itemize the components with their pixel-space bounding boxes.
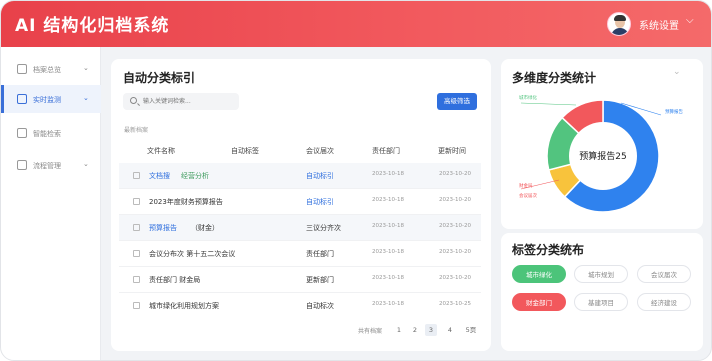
session-cell: 自动标引 [306, 172, 334, 180]
search-input[interactable] [143, 96, 235, 107]
page-button[interactable]: 2 [409, 324, 421, 336]
app-title: AI 结构化归档系统 [15, 16, 170, 36]
tag-chip[interactable]: 城市绿化 [512, 265, 566, 283]
flow-icon [17, 160, 27, 170]
file-name[interactable]: 城市绿化利用规划方案 [149, 301, 219, 311]
chevron-down-icon: ⌄ [83, 94, 89, 102]
session-cell: 自动标引 [306, 198, 334, 206]
page-last[interactable]: 5页 [463, 324, 479, 336]
sidebar-item-search[interactable]: 智能检索 [1, 119, 101, 147]
column-header[interactable]: 文件名称 [147, 146, 175, 156]
search-icon [130, 97, 137, 104]
sidebar-item-label: 智能检索 [33, 130, 61, 138]
monitor-icon [17, 94, 27, 104]
row-checkbox[interactable] [133, 302, 140, 309]
tags-title: 标签分类统布 [512, 243, 585, 257]
auto-tag: 经营分析 [181, 172, 209, 180]
file-name[interactable]: 责任部门 财金局 [149, 275, 200, 285]
avatar[interactable] [607, 12, 631, 36]
callout-label: 预算报告 [665, 108, 683, 115]
tag-chip[interactable]: 会议届次 [637, 265, 691, 283]
page-button[interactable]: 4 [444, 324, 456, 336]
row-checkbox[interactable] [133, 172, 140, 179]
table-row[interactable]: 会议分布次 第十五二次会议 责任部门 2023-10-18 2023-10-20 [119, 241, 481, 267]
tag-chip[interactable]: 基建项目 [574, 293, 628, 311]
donut-chart: 预算报告25 预算报告 城市绿化 财金局 会议届次 [519, 94, 683, 213]
pager-total: 共有档案 [358, 328, 383, 335]
file-name[interactable]: 预算报告 [149, 223, 177, 233]
dept-cell: 2023-10-18 [372, 197, 404, 203]
tag-chip[interactable]: 经济建设 [637, 293, 691, 311]
table-row[interactable]: 责任部门 财金局 更新部门 2023-10-18 2023-10-20 [119, 267, 481, 293]
tag-chip[interactable]: 财金部门 [512, 293, 566, 311]
time-cell: 2023-10-20 [439, 223, 471, 229]
chevron-down-icon: ⌄ [83, 64, 89, 72]
search-icon [17, 128, 27, 138]
column-header[interactable]: 更新时间 [438, 146, 466, 156]
page-button[interactable]: 1 [393, 324, 405, 336]
time-cell: 2023-10-25 [439, 301, 471, 307]
chevron-down-icon: ⌄ [83, 160, 89, 168]
callout-label: 城市绿化 [519, 94, 537, 101]
dept-cell: 2023-10-18 [372, 301, 404, 307]
row-checkbox[interactable] [133, 250, 140, 257]
row-checkbox[interactable] [133, 198, 140, 205]
column-header[interactable]: 自动标签 [231, 146, 259, 156]
sidebar: 档案总览 ⌄ 实时监测 ⌄ 智能检索 流程管理 ⌄ [1, 47, 101, 360]
advanced-filter-button[interactable]: 高级筛选 [437, 93, 477, 110]
stats-title: 多维度分类统计 [512, 71, 597, 85]
archive-icon [17, 64, 27, 74]
page-button-current[interactable]: 3 [425, 324, 437, 336]
dept-cell: 2023-10-18 [372, 223, 404, 229]
time-cell: 2023-10-20 [439, 197, 471, 203]
time-cell: 2023-10-20 [439, 275, 471, 281]
session-cell: 责任部门 [306, 250, 334, 258]
row-checkbox[interactable] [133, 276, 140, 283]
callout-label: 财金局 [519, 182, 533, 189]
session-cell: 自动标次 [306, 302, 334, 310]
column-header[interactable]: 责任部门 [372, 146, 400, 156]
sidebar-item-archive[interactable]: 档案总览 ⌄ [1, 55, 101, 83]
donut-center-label: 预算报告25 [579, 150, 626, 162]
chevron-down-icon[interactable]: ⌵ [686, 15, 694, 26]
sidebar-item-label: 实时监测 [33, 96, 61, 104]
column-header[interactable]: 会议届次 [306, 146, 334, 156]
dept-cell: 2023-10-18 [372, 171, 404, 177]
sidebar-item-label: 档案总览 [33, 66, 61, 74]
recent-label: 最新档案 [124, 127, 149, 134]
time-cell: 2023-10-20 [439, 249, 471, 255]
sidebar-item-monitor[interactable]: 实时监测 ⌄ [1, 85, 101, 113]
row-checkbox[interactable] [133, 224, 140, 231]
file-name[interactable]: 文档搜 [149, 171, 170, 181]
sidebar-item-flow[interactable]: 流程管理 ⌄ [1, 151, 101, 179]
chevron-down-icon[interactable]: ⌄ [673, 67, 681, 77]
file-name[interactable]: 会议分布次 第十五二次会议 [149, 249, 235, 259]
tag-chip[interactable]: 城市规划 [574, 265, 628, 283]
table-row[interactable]: 预算报告 （财金） 三议分齐次 2023-10-18 2023-10-20 [119, 215, 481, 241]
app-header: AI 结构化归档系统 系统设置 ⌵ [1, 1, 711, 47]
dept-cell: 2023-10-18 [372, 249, 404, 255]
session-cell: 三议分齐次 [306, 224, 341, 232]
file-name[interactable]: 2023年度财务预算报告 [149, 197, 223, 207]
time-cell: 2023-10-20 [439, 171, 471, 177]
session-cell: 更新部门 [306, 276, 334, 284]
settings-label[interactable]: 系统设置 [639, 17, 679, 32]
table-row[interactable]: 城市绿化利用规划方案 自动标次 2023-10-18 2023-10-25 [119, 293, 481, 319]
app-window: AI 结构化归档系统 系统设置 ⌵ 档案总览 ⌄ 实时监测 ⌄ 智能检索 流程管… [0, 0, 712, 361]
auto-tag: （财金） [191, 224, 219, 232]
search-box[interactable] [123, 93, 239, 110]
callout-label: 会议届次 [519, 192, 537, 199]
classify-title: 自动分类标引 [123, 71, 196, 85]
sidebar-item-label: 流程管理 [33, 162, 61, 170]
table-row[interactable]: 2023年度财务预算报告 自动标引 2023-10-18 2023-10-20 [119, 189, 481, 215]
dept-cell: 2023-10-18 [372, 275, 404, 281]
table-row[interactable]: 文档搜 经营分析 自动标引 2023-10-18 2023-10-20 [119, 163, 481, 189]
